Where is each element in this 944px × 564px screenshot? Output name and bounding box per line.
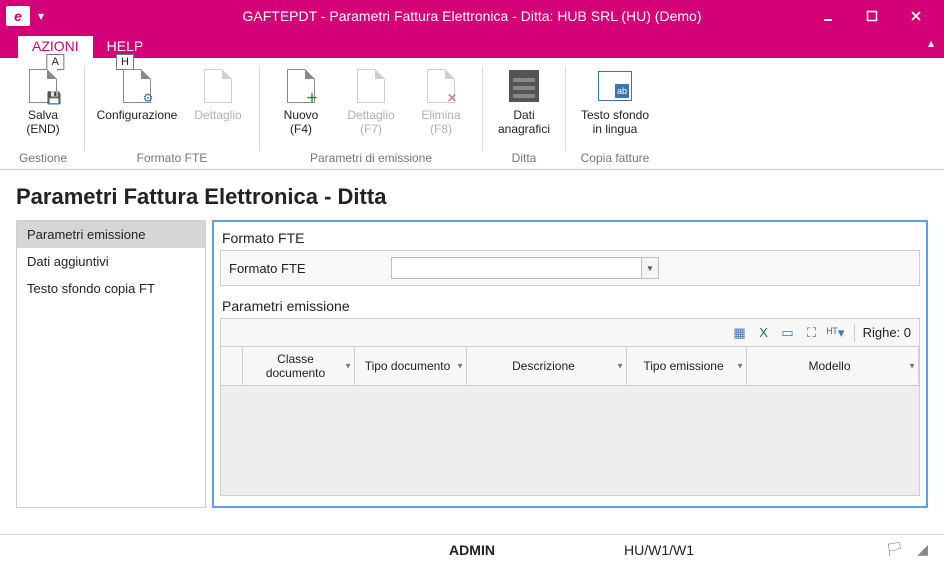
document-new-icon: ＋ [287,69,315,103]
sidebar-item-dati-aggiuntivi[interactable]: Dati aggiuntivi [17,248,205,275]
combo-formato-fte-dropdown-icon[interactable]: ▼ [641,257,659,279]
chevron-down-icon[interactable]: ▼ [616,362,624,371]
main-panel: Formato FTE Formato FTE ▼ Parametri emis… [212,220,928,508]
ribbon-group-title-copia-fatture: Copia fatture [572,149,658,169]
column-descrizione[interactable]: Descrizione▼ [467,347,627,385]
ribbon-group-copia-fatture: ab Testo sfondo in lingua Copia fatture [572,60,658,169]
document-detail-icon [357,69,385,103]
grid-tool-grid-icon[interactable]: ▭ [778,323,798,343]
ribbon-separator [482,66,483,151]
ribbon: 💾 Salva (END) Gestione ⚙ Configurazione … [0,58,944,170]
column-tipo-documento[interactable]: Tipo documento▼ [355,347,467,385]
dettaglio-fte-button: Dettaglio [183,62,253,140]
document-gear-icon: ⚙ [123,69,151,103]
window-title: GAFTEPDT - Parametri Fattura Elettronica… [0,8,944,24]
panel-parametri-emissione: Parametri emissione ▦ X ▭ ⛶ ᴴᵀ▾ Righe: 0… [220,296,920,496]
grid-tool-excel-icon[interactable]: X [754,323,774,343]
grid-tool-table-icon[interactable]: ▦ [730,323,750,343]
titlebar: e ▾ GAFTEPDT - Parametri Fattura Elettro… [0,0,944,32]
sidebar-item-parametri-emissione[interactable]: Parametri emissione [17,221,205,248]
salva-button[interactable]: 💾 Salva (END) [8,62,78,140]
grid-tool-settings-icon[interactable]: ᴴᵀ▾ [826,323,846,343]
dettaglio-param-button: Dettaglio (F7) [336,62,406,140]
sidebar: Parametri emissione Dati aggiuntivi Test… [16,220,206,508]
panel-title-formato-fte: Formato FTE [220,228,920,250]
ribbon-group-title-ditta: Ditta [489,149,559,169]
panel-formato-fte: Formato FTE ▼ [220,250,920,286]
grid-tool-expand-icon[interactable]: ⛶ [802,323,822,343]
ribbon-separator [259,66,260,151]
combo-formato-fte[interactable]: ▼ [391,257,659,279]
tab-azioni[interactable]: AZIONI A [18,36,93,58]
combo-formato-fte-input[interactable] [391,257,641,279]
app-icon: e [6,6,30,26]
label-formato-fte: Formato FTE [229,261,379,276]
chevron-down-icon[interactable]: ▼ [908,362,916,371]
column-classe-documento[interactable]: Classe documento▼ [243,347,355,385]
grid-toolbar: ▦ X ▭ ⛶ ᴴᵀ▾ Righe: 0 [220,318,920,346]
tab-azioni-label: AZIONI [32,38,79,54]
statusbar-resize-grip-icon[interactable]: ◢ [917,541,928,558]
building-icon [509,70,539,102]
ribbon-group-title-gestione: Gestione [8,149,78,169]
tab-azioni-shortcut: A [47,54,64,70]
grid-rows-label: Righe: 0 [863,325,911,340]
page-title: Parametri Fattura Elettronica - Ditta [0,170,944,220]
chevron-down-icon[interactable]: ▼ [736,362,744,371]
ribbon-group-title-param-emissione: Parametri di emissione [266,149,476,169]
grid-row-selector-header[interactable] [221,347,243,385]
ribbon-separator [565,66,566,151]
grid-toolbar-separator [854,324,855,342]
statusbar-flag-icon[interactable]: 🏳 [885,541,903,558]
background-text-icon: ab [598,71,632,101]
elimina-button: ✕ Elimina (F8) [406,62,476,140]
ribbon-group-gestione: 💾 Salva (END) Gestione [8,60,78,169]
minimize-button[interactable] [806,0,850,32]
quick-access-dropdown-icon[interactable]: ▾ [38,9,44,23]
panel-title-parametri-emissione: Parametri emissione [220,296,920,318]
nuovo-button[interactable]: ＋ Nuovo (F4) [266,62,336,140]
ribbon-group-param-emissione: ＋ Nuovo (F4) Dettaglio (F7) ✕ Elimina (F… [266,60,476,169]
document-delete-icon: ✕ [427,69,455,103]
dati-anagrafici-button[interactable]: Dati anagrafici [489,62,559,140]
sidebar-item-testo-sfondo-copia-ft[interactable]: Testo sfondo copia FT [17,275,205,302]
statusbar-user: ADMIN [449,542,495,558]
statusbar: ADMIN HU/W1/W1 🏳 ◢ [0,534,944,564]
maximize-button[interactable] [850,0,894,32]
tab-help[interactable]: HELP H [93,36,158,58]
statusbar-context: HU/W1/W1 [624,542,694,558]
chevron-down-icon[interactable]: ▼ [456,362,464,371]
close-button[interactable] [894,0,938,32]
chevron-down-icon[interactable]: ▼ [344,362,352,371]
ribbon-collapse-icon[interactable]: ▴ [928,36,934,50]
testo-sfondo-lingua-button[interactable]: ab Testo sfondo in lingua [572,62,658,140]
ribbon-separator [84,66,85,151]
tab-help-label: HELP [107,38,144,54]
configurazione-button[interactable]: ⚙ Configurazione [91,62,183,140]
content: Parametri emissione Dati aggiuntivi Test… [0,220,944,508]
document-detail-icon [204,69,232,103]
ribbon-group-ditta: Dati anagrafici Ditta [489,60,559,169]
grid-body-empty[interactable] [220,386,920,496]
column-modello[interactable]: Modello▼ [747,347,919,385]
ribbon-group-title-formato-fte: Formato FTE [91,149,253,169]
grid-header: Classe documento▼ Tipo documento▼ Descri… [220,346,920,386]
ribbon-tabs: AZIONI A HELP H ▴ [0,32,944,58]
document-save-icon: 💾 [29,69,57,103]
column-tipo-emissione[interactable]: Tipo emissione▼ [627,347,747,385]
ribbon-group-formato-fte: ⚙ Configurazione Dettaglio Formato FTE [91,60,253,169]
tab-help-shortcut: H [116,54,134,70]
